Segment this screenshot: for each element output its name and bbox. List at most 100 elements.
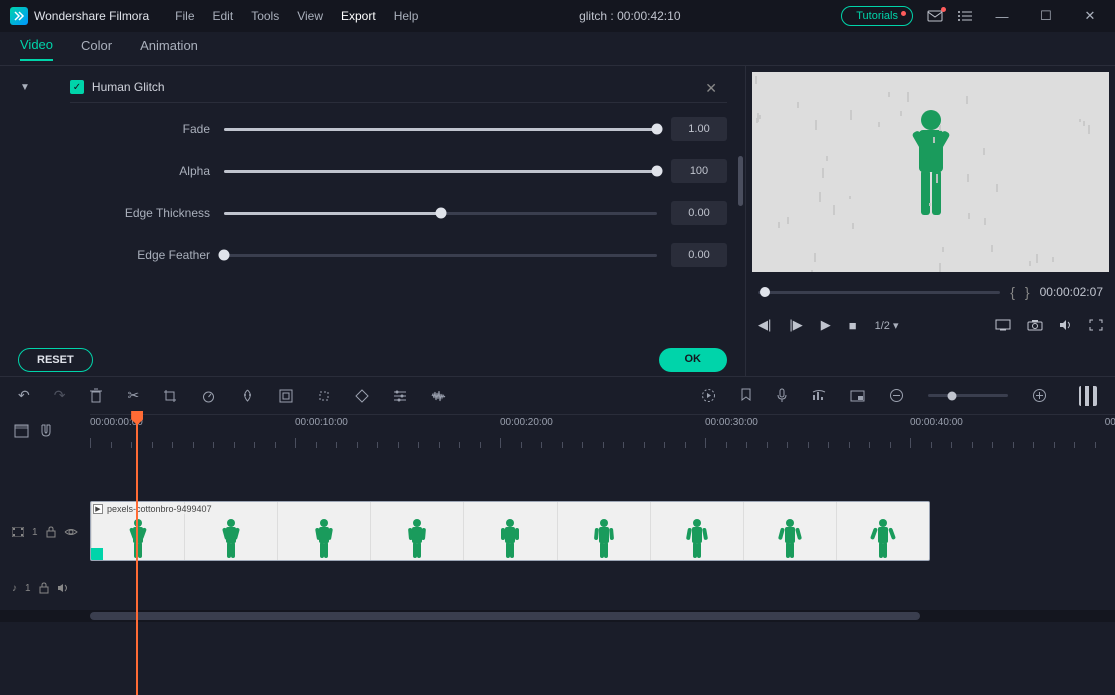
tutorials-button[interactable]: Tutorials <box>841 6 913 26</box>
clip-thumbnail <box>557 502 650 560</box>
lock-icon[interactable] <box>46 526 56 538</box>
zoom-slider[interactable] <box>928 394 1008 397</box>
clip-thumbnail <box>743 502 836 560</box>
scrub-track[interactable] <box>758 291 1000 294</box>
crop-icon[interactable] <box>163 389 177 403</box>
volume-icon[interactable] <box>1059 319 1073 331</box>
timeline-hscroll[interactable] <box>0 610 1115 622</box>
marker-icon[interactable] <box>740 388 752 403</box>
prev-frame-icon[interactable]: ◀| <box>758 317 771 333</box>
param-slider[interactable] <box>224 164 657 178</box>
menu-tools[interactable]: Tools <box>251 9 279 23</box>
render-button[interactable] <box>1079 386 1097 406</box>
color-icon[interactable] <box>240 389 255 403</box>
video-track-icon <box>12 527 24 537</box>
preview-panel: { } 00:00:02:07 ◀| |▶ ▶ ■ 1/2 ▾ <box>745 66 1115 376</box>
playhead[interactable] <box>136 415 138 695</box>
menu-edit[interactable]: Edit <box>213 9 234 23</box>
scrub-thumb[interactable] <box>760 287 770 297</box>
clip-play-icon[interactable]: ▶ <box>93 504 103 514</box>
param-slider[interactable] <box>224 122 657 136</box>
effect-enable-checkbox[interactable]: ✓ <box>70 80 84 94</box>
timeline-ruler[interactable]: 00:00:00:0000:00:10:0000:00:20:0000:00:3… <box>90 414 1115 448</box>
param-value[interactable]: 0.00 <box>671 243 727 267</box>
panel-scrollbar[interactable] <box>738 156 743 206</box>
hscroll-thumb[interactable] <box>90 612 920 620</box>
param-label: Fade <box>70 122 210 136</box>
render-preview-icon[interactable] <box>701 388 716 403</box>
menu-file[interactable]: File <box>175 9 194 23</box>
slider-thumb[interactable] <box>219 250 230 261</box>
zoom-in-icon[interactable] <box>1032 388 1047 403</box>
param-value[interactable]: 100 <box>671 159 727 183</box>
tab-video[interactable]: Video <box>20 37 53 61</box>
greenscreen-icon[interactable] <box>279 389 293 403</box>
project-title: glitch : 00:00:42:10 <box>424 9 835 23</box>
ruler-label: 00:00:10:00 <box>295 417 348 428</box>
preview-viewport[interactable] <box>752 72 1109 272</box>
reset-button[interactable]: RESET <box>18 348 93 372</box>
messages-icon[interactable] <box>927 9 943 23</box>
close-icon[interactable]: ✕ <box>705 80 717 97</box>
mark-out-icon[interactable]: } <box>1025 284 1030 300</box>
menu-help[interactable]: Help <box>394 9 419 23</box>
close-button[interactable]: ✕ <box>1075 8 1105 24</box>
menu-view[interactable]: View <box>297 9 323 23</box>
audio-icon[interactable] <box>431 390 447 402</box>
param-value[interactable]: 1.00 <box>671 117 727 141</box>
scrub-bar: { } 00:00:02:07 <box>746 278 1115 306</box>
lock-icon[interactable] <box>39 582 49 594</box>
split-icon[interactable]: ✂ <box>127 387 139 404</box>
motion-icon[interactable] <box>317 389 331 403</box>
play-icon[interactable]: ▶ <box>821 317 831 333</box>
keyframe-icon[interactable] <box>355 389 369 403</box>
param-value[interactable]: 0.00 <box>671 201 727 225</box>
video-clip[interactable]: ▶ pexels-cottonbro-9499407 <box>90 501 930 561</box>
ok-button[interactable]: OK <box>659 348 728 372</box>
mark-in-icon[interactable]: { <box>1010 284 1015 300</box>
next-frame-icon[interactable]: |▶ <box>789 317 802 333</box>
slider-thumb[interactable] <box>652 166 663 177</box>
list-icon[interactable] <box>957 9 973 23</box>
snapshot-icon[interactable] <box>1027 319 1043 331</box>
voiceover-icon[interactable] <box>776 388 788 403</box>
clip-thumbnail <box>836 502 929 560</box>
display-icon[interactable] <box>995 319 1011 331</box>
video-track: 1 ▶ pexels-cottonbro-9499407 <box>0 498 1115 566</box>
param-row: Edge Thickness 0.00 <box>70 201 727 225</box>
param-slider[interactable] <box>224 206 657 220</box>
adjust-icon[interactable] <box>393 390 407 402</box>
play-controls: ◀| |▶ ▶ ■ 1/2 ▾ <box>746 306 1115 344</box>
tab-color[interactable]: Color <box>81 38 112 60</box>
zoom-slider-thumb[interactable] <box>948 391 957 400</box>
audio-track-num: 1 <box>25 583 31 594</box>
track-spacer <box>0 448 1115 498</box>
effect-section-header[interactable]: ▼ ✓ Human Glitch ✕ <box>70 72 727 103</box>
redo-icon[interactable]: ↷ <box>54 387 66 404</box>
maximize-button[interactable]: ☐ <box>1031 8 1061 24</box>
mute-icon[interactable] <box>57 583 69 593</box>
panel-tabs: Video Color Animation <box>0 32 1115 66</box>
zoom-out-icon[interactable] <box>889 388 904 403</box>
slider-thumb[interactable] <box>652 124 663 135</box>
preview-zoom[interactable]: 1/2 ▾ <box>875 319 899 332</box>
mixer-icon[interactable] <box>812 389 826 402</box>
magnet-icon[interactable] <box>39 424 53 438</box>
collapse-icon[interactable]: ▼ <box>20 82 30 93</box>
param-slider[interactable] <box>224 248 657 262</box>
param-label: Edge Thickness <box>70 206 210 220</box>
stop-icon[interactable]: ■ <box>849 318 857 333</box>
track-manage-icon[interactable] <box>14 424 29 438</box>
fullscreen-icon[interactable] <box>1089 319 1103 331</box>
speed-icon[interactable] <box>201 389 216 403</box>
minimize-button[interactable]: — <box>987 9 1017 24</box>
audio-track-header: ♪ 1 <box>0 566 90 610</box>
visibility-icon[interactable] <box>64 527 78 537</box>
pip-icon[interactable] <box>850 390 865 402</box>
slider-thumb[interactable] <box>435 208 446 219</box>
delete-icon[interactable] <box>89 388 103 403</box>
clip-thumbnail <box>370 502 463 560</box>
undo-icon[interactable]: ↶ <box>18 387 30 404</box>
tab-animation[interactable]: Animation <box>140 38 198 60</box>
menu-export[interactable]: Export <box>341 9 376 23</box>
